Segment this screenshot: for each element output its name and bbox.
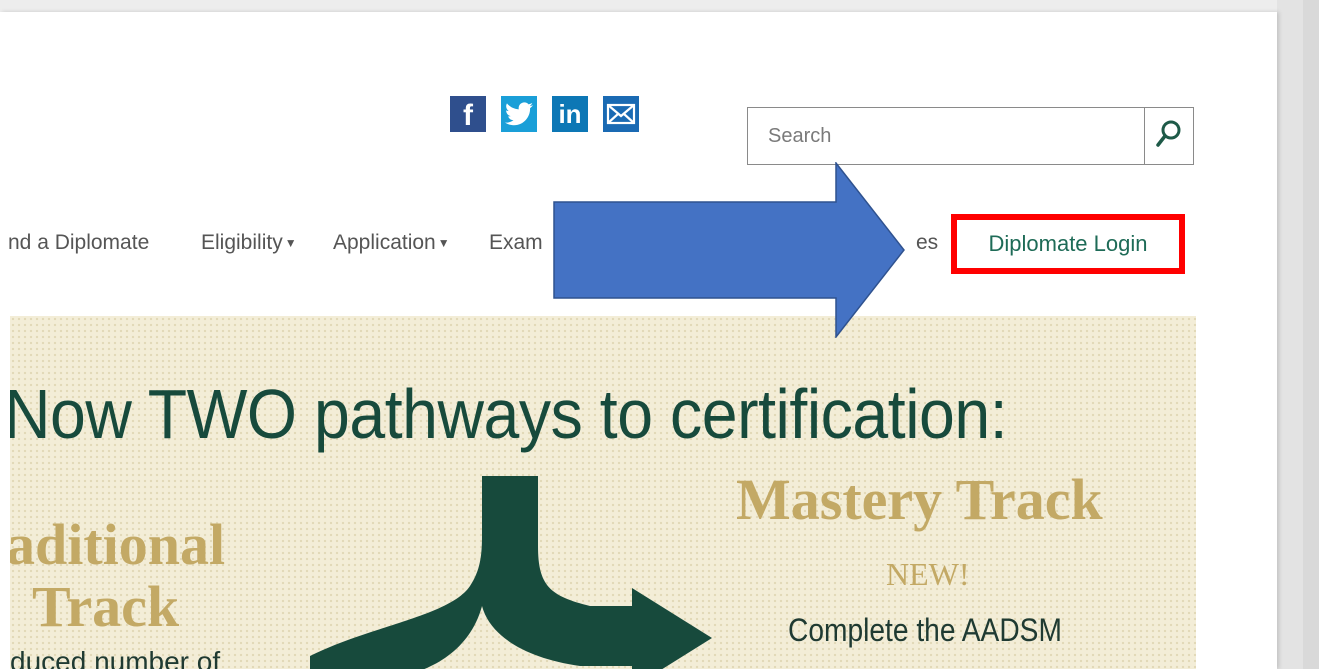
search-input[interactable]	[748, 108, 1144, 164]
traditional-title-line2: Track	[32, 574, 180, 639]
linkedin-icon[interactable]: in	[552, 96, 588, 132]
nav-item-exam[interactable]: Exam	[489, 231, 543, 255]
traditional-description: duced number of	[10, 646, 221, 669]
social-links: f in	[450, 96, 639, 132]
email-icon[interactable]	[603, 96, 639, 132]
diplomate-login-highlight: Diplomate Login	[951, 214, 1185, 274]
search-icon	[1156, 120, 1182, 153]
traditional-title-line1: aditional	[10, 512, 226, 577]
nav-item-find-diplomate[interactable]: nd a Diplomate	[8, 231, 149, 255]
mastery-new-label: NEW!	[886, 556, 970, 592]
search-box	[747, 107, 1194, 165]
nav-label: Application	[333, 231, 436, 254]
facebook-icon[interactable]: f	[450, 96, 486, 132]
caret-down-icon: ▼	[437, 236, 450, 250]
nav-label: nd a Diplomate	[8, 231, 150, 254]
annotation-arrow-icon	[553, 162, 905, 338]
linkedin-glyph: in	[558, 98, 582, 129]
caret-down-icon: ▼	[284, 236, 297, 250]
window-top-strip	[0, 0, 1319, 12]
nav-label: Exam	[489, 231, 543, 254]
nav-item-eligibility[interactable]: Eligibility ▼	[201, 231, 297, 255]
scrollbar-track[interactable]	[1303, 0, 1319, 669]
banner-headline: Now TWO pathways to certification:	[10, 375, 1008, 453]
nav-item-application[interactable]: Application ▼	[333, 231, 450, 255]
certification-banner[interactable]: Now TWO pathways to certification: Maste…	[10, 316, 1196, 669]
nav-label: Eligibility	[201, 231, 283, 254]
search-button[interactable]	[1144, 108, 1193, 164]
web-page: f in nd a Diplomate Eligibility▼ Applica…	[0, 12, 1277, 669]
facebook-glyph: f	[463, 99, 473, 132]
nav-label: es	[916, 231, 939, 254]
nav-item-diplomate-login[interactable]: Diplomate Login	[989, 231, 1148, 257]
mastery-description: Complete the AADSM	[788, 612, 1062, 648]
twitter-icon[interactable]	[501, 96, 537, 132]
mastery-track-title: Mastery Track	[736, 467, 1103, 532]
nav-item-resources[interactable]: es	[916, 231, 938, 255]
fork-arrow-graphic	[310, 476, 712, 669]
